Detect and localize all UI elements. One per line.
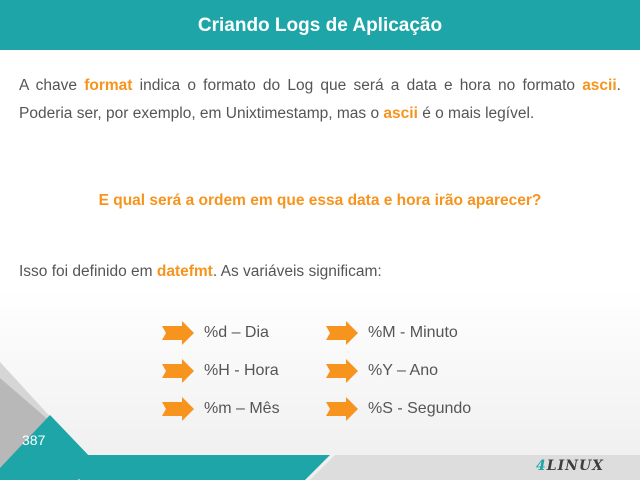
variable-label: %d – Dia — [204, 324, 269, 341]
variable-item: %m – Mês — [162, 396, 280, 422]
arrow-right-icon — [162, 397, 194, 421]
keyword-format: format — [84, 77, 133, 94]
arrow-right-icon — [162, 359, 194, 383]
variable-item: %S - Segundo — [326, 396, 471, 422]
variable-item: %H - Hora — [162, 358, 279, 384]
text-segment: A chave — [19, 77, 85, 94]
page-number: 387 — [22, 432, 46, 448]
title-bar: Criando Logs de Aplicação — [0, 0, 640, 50]
text-segment: é o mais legível. — [417, 105, 535, 122]
text-segment: Isso foi definido em — [19, 263, 157, 280]
slide-title: Criando Logs de Aplicação — [197, 15, 443, 36]
variable-item: %d – Dia — [162, 320, 269, 346]
text-segment: . As variáveis significam: — [212, 263, 382, 280]
logo-word: LINUX — [546, 458, 605, 474]
brand-logo: 4LINUX — [536, 458, 604, 474]
variable-label: %M - Minuto — [368, 324, 458, 341]
keyword-datefmt: datefmt — [156, 263, 213, 280]
variable-item: %Y – Ano — [326, 358, 438, 384]
arrow-right-icon — [326, 321, 358, 345]
question-heading: E qual será a ordem em que essa data e h… — [98, 192, 542, 209]
paragraph-datefmt: Isso foi definido em datefmt. As variáve… — [19, 258, 621, 286]
variable-item: %M - Minuto — [326, 320, 458, 346]
variable-label: %H - Hora — [204, 362, 279, 379]
slide: Criando Logs de Aplicação A chave format… — [0, 0, 640, 480]
arrow-right-icon — [162, 321, 194, 345]
paragraph-format: A chave format indica o formato do Log q… — [19, 72, 621, 128]
logo-digit: 4 — [536, 458, 547, 474]
variable-label: %Y – Ano — [368, 362, 438, 379]
footer-teal-band — [55, 455, 330, 480]
arrow-right-icon — [326, 359, 358, 383]
variable-label: %m – Mês — [204, 400, 280, 417]
keyword-ascii: ascii — [383, 105, 418, 122]
text-segment: indica o formato do Log que será a data … — [132, 77, 583, 94]
variable-label: %S - Segundo — [368, 400, 472, 417]
keyword-ascii: ascii — [582, 77, 617, 94]
arrow-right-icon — [326, 397, 358, 421]
